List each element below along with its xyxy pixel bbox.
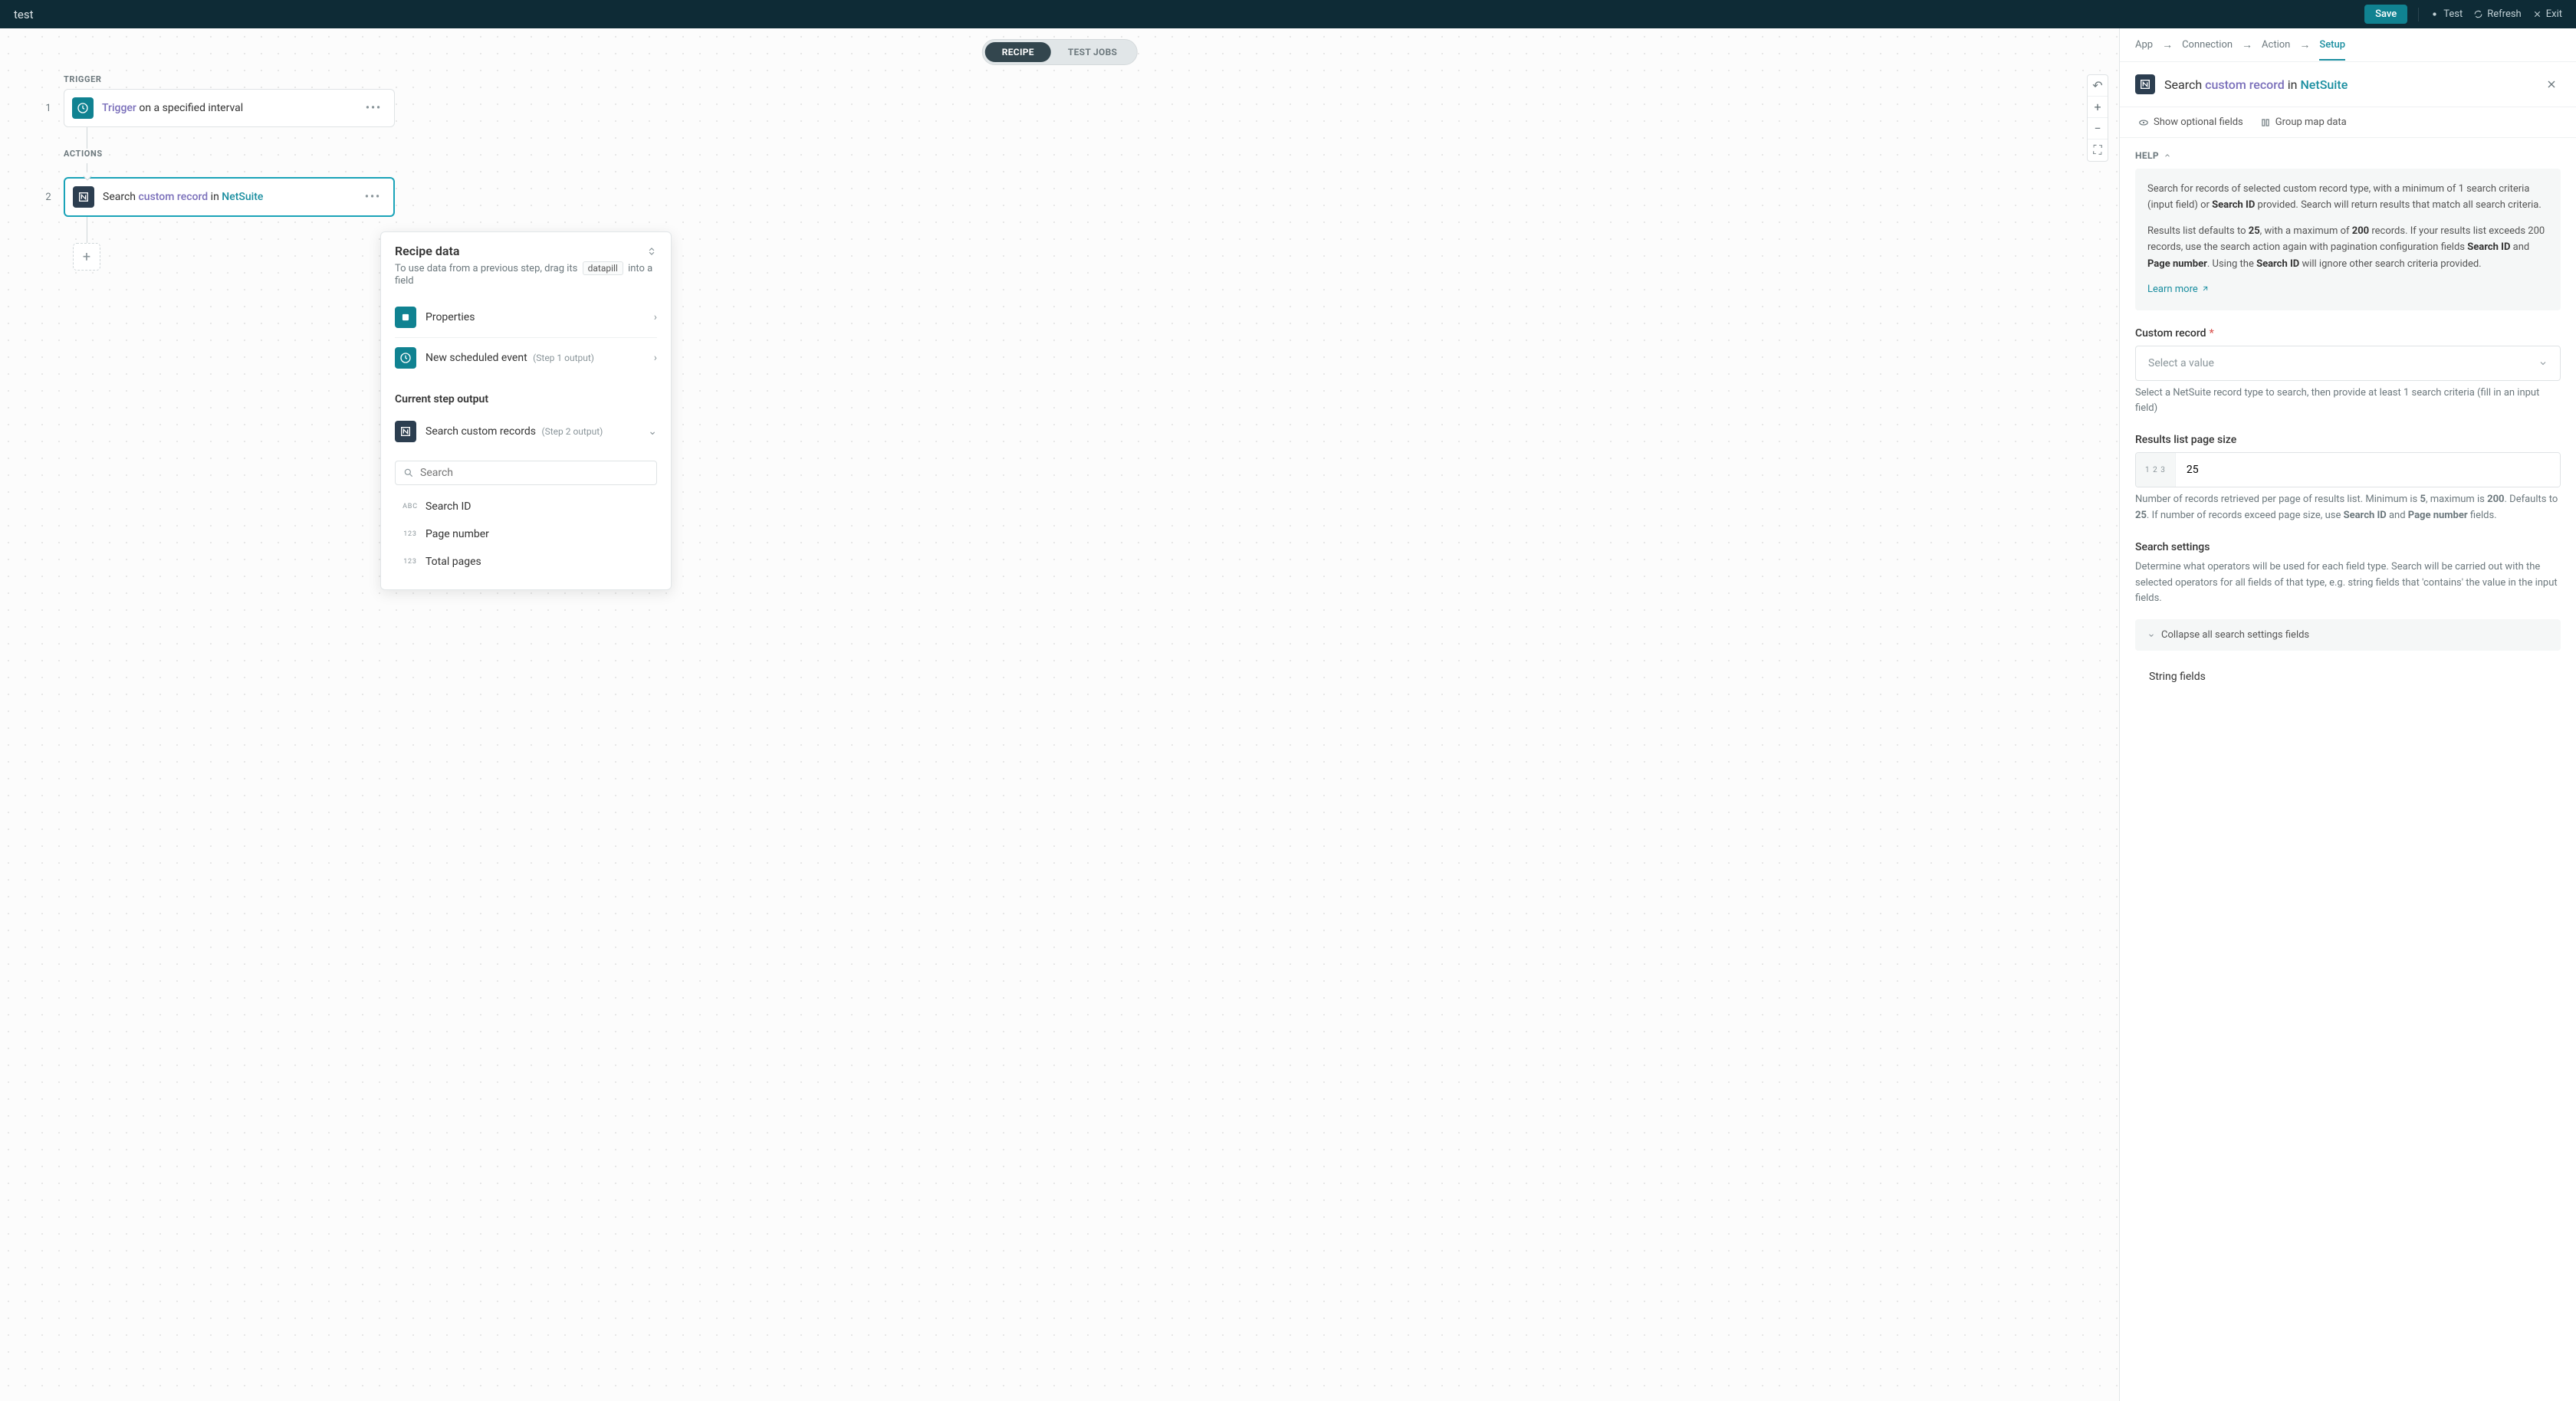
refresh-icon (2473, 9, 2483, 19)
search-settings-label: Search settings (2135, 541, 2561, 553)
help-box: Search for records of selected custom re… (2135, 169, 2561, 310)
actions-section-label: ACTIONS (64, 149, 395, 159)
chevron-down-icon: ⌄ (648, 425, 657, 438)
arrow-icon: → (2299, 38, 2310, 51)
custom-record-label: Custom record* (2135, 327, 2561, 340)
crumb-connection[interactable]: Connection (2182, 39, 2233, 51)
canvas-tools: ↶ + − ⛶ (2087, 74, 2108, 162)
clock-icon (72, 97, 94, 119)
undo-button[interactable]: ↶ (2088, 75, 2108, 97)
step-menu-button[interactable]: ••• (361, 102, 386, 114)
recipe-data-subtitle: To use data from a previous step, drag i… (395, 261, 657, 287)
test-button[interactable]: Test (2430, 8, 2463, 20)
properties-icon (395, 307, 416, 328)
page-size-hint: Number of records retrieved per page of … (2135, 492, 2561, 524)
config-sidebar: App → Connection → Action → Setup Search… (2119, 28, 2576, 1401)
close-panel-button[interactable] (2542, 75, 2561, 94)
netsuite-icon (73, 186, 94, 208)
tab-recipe[interactable]: RECIPE (985, 42, 1051, 62)
eye-icon (2138, 117, 2149, 128)
netsuite-icon (2135, 74, 2155, 94)
recipe-data-panel: Recipe data To use data from a previous … (380, 231, 672, 590)
search-settings-hint: Determine what operators will be used fo… (2135, 559, 2561, 607)
chevron-right-icon: › (654, 311, 657, 323)
type-icon: 123 (402, 530, 418, 538)
data-group-properties[interactable]: Properties › (395, 297, 657, 338)
datapill-item[interactable]: 123 Total pages (395, 548, 657, 576)
step-text: Search custom record in NetSuite (103, 191, 352, 203)
arrow-icon: → (2242, 38, 2252, 51)
side-title: Search custom record in NetSuite (2164, 77, 2533, 92)
recipe-title: test (14, 8, 34, 21)
action-step-search[interactable]: Search custom record in NetSuite ••• (64, 177, 395, 217)
view-toggle: RECIPE TEST JOBS (982, 39, 1138, 65)
datapill-list: ABC Search ID 123 Page number 123 Total … (381, 490, 671, 589)
type-icon: 123 (402, 558, 418, 566)
data-group-search-custom[interactable]: Search custom records (Step 2 output) ⌄ (395, 412, 657, 451)
search-icon (403, 468, 414, 478)
panel-collapse-icon[interactable] (646, 246, 657, 257)
recipe-canvas[interactable]: RECIPE TEST JOBS ↶ + − ⛶ TRIGGER 1 (0, 28, 2119, 1401)
refresh-button[interactable]: Refresh (2473, 8, 2521, 20)
string-fields-label: String fields (2149, 671, 2561, 683)
number-type-icon: 1 2 3 (2136, 453, 2176, 487)
save-button[interactable]: Save (2364, 5, 2407, 24)
datapill-search[interactable] (395, 461, 657, 485)
trigger-section-label: TRIGGER (64, 74, 395, 84)
datapill-item[interactable]: 123 Page number (395, 520, 657, 548)
config-breadcrumb: App → Connection → Action → Setup (2120, 28, 2576, 62)
step-number: 2 (42, 192, 54, 203)
help-toggle[interactable]: HELP (2135, 150, 2561, 161)
group-map-data-button[interactable]: Group map data (2260, 116, 2347, 128)
step-menu-button[interactable]: ••• (360, 191, 386, 203)
chevron-up-icon (2164, 152, 2171, 159)
recipe-data-title: Recipe data (395, 244, 459, 258)
crumb-setup[interactable]: Setup (2319, 39, 2345, 51)
step-text: Trigger on a specified interval (102, 102, 353, 114)
type-icon: ABC (402, 503, 418, 510)
close-icon (2532, 9, 2542, 19)
datapill-search-input[interactable] (420, 467, 649, 479)
test-icon (2430, 9, 2440, 19)
datapill-item[interactable]: ABC Search ID (395, 493, 657, 520)
fit-button[interactable]: ⛶ (2088, 139, 2108, 161)
page-size-label: Results list page size (2135, 434, 2561, 446)
collapse-search-settings-button[interactable]: Collapse all search settings fields (2135, 619, 2561, 651)
custom-record-hint: Select a NetSuite record type to search,… (2135, 386, 2561, 418)
netsuite-icon (395, 421, 416, 442)
page-size-input-group: 1 2 3 (2135, 452, 2561, 487)
crumb-action[interactable]: Action (2262, 39, 2290, 51)
external-link-icon (2200, 285, 2209, 294)
current-step-output-label: Current step output (381, 382, 671, 412)
custom-record-select[interactable]: Select a value (2135, 346, 2561, 381)
chevron-down-icon (2147, 632, 2155, 639)
arrow-icon: → (2162, 38, 2173, 51)
exit-button[interactable]: Exit (2532, 8, 2562, 20)
chevron-down-icon (2538, 359, 2548, 368)
show-optional-fields-button[interactable]: Show optional fields (2138, 116, 2243, 128)
step-number: 1 (42, 103, 54, 114)
crumb-app[interactable]: App (2135, 39, 2153, 51)
page-size-input[interactable] (2176, 453, 2560, 487)
zoom-out-button[interactable]: − (2088, 118, 2108, 139)
zoom-in-button[interactable]: + (2088, 97, 2108, 118)
trigger-step[interactable]: Trigger on a specified interval ••• (64, 89, 395, 127)
tab-test-jobs[interactable]: TEST JOBS (1051, 42, 1134, 62)
clock-icon (395, 347, 416, 369)
columns-icon (2260, 117, 2271, 128)
data-group-scheduled[interactable]: New scheduled event (Step 1 output) › (395, 338, 657, 378)
learn-more-link[interactable]: Learn more (2147, 284, 2209, 295)
app-header: test Save Test Refresh Exit (0, 0, 2576, 28)
add-step-button[interactable]: + (73, 243, 100, 271)
chevron-right-icon: › (654, 352, 657, 364)
